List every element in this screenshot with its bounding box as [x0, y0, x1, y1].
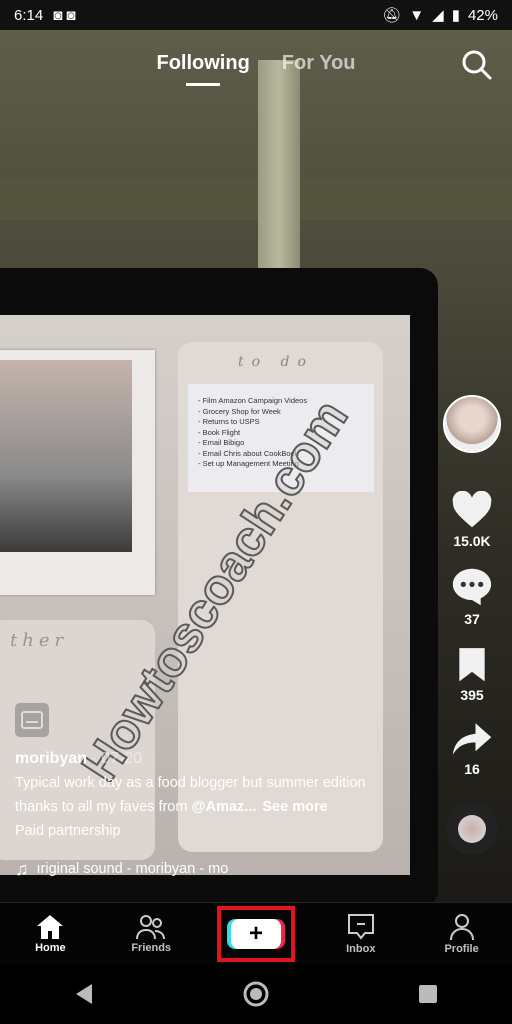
tab-following[interactable]: Following	[156, 52, 250, 86]
comment-count: 37	[464, 611, 480, 627]
todo-item: - Film Amazon Campaign Videos	[198, 396, 308, 405]
like-count: 15.0K	[453, 533, 491, 549]
nav-friends[interactable]: Friends	[116, 914, 186, 954]
status-time: 6:14	[14, 6, 44, 24]
nav-inbox[interactable]: Inbox	[326, 913, 396, 955]
pillar	[258, 60, 300, 300]
bookmark-icon	[459, 648, 485, 682]
todo-title: to do	[238, 354, 314, 370]
feed-tabs: Following For You	[0, 52, 512, 86]
bottom-nav: Home Friends + Inbox Profile	[0, 902, 512, 964]
like-button[interactable]: 15.0K	[451, 491, 493, 549]
wifi-icon: ▼	[409, 6, 425, 24]
tab-for-you[interactable]: For You	[282, 52, 356, 75]
friends-icon	[136, 914, 166, 939]
share-count: 16	[464, 761, 480, 777]
card-text: ther	[10, 630, 69, 651]
search-icon[interactable]	[462, 50, 492, 85]
disc-image	[458, 815, 486, 843]
heart-icon	[452, 491, 492, 528]
home-circle-icon[interactable]	[242, 980, 270, 1008]
status-bar: 6:14 ◙ ◙ 🔕︎ ▼ ◢ ▮ 42%	[0, 0, 512, 30]
username[interactable]: moribyan	[15, 750, 87, 767]
sound-link[interactable]: ♫ ıriginal sound - moribyan - mo	[15, 857, 405, 881]
caption-icon[interactable]	[15, 703, 49, 737]
battery-icon: ▮	[451, 7, 460, 24]
nav-label: Home	[35, 941, 66, 954]
recents-icon[interactable]	[418, 984, 438, 1004]
save-count: 395	[460, 687, 484, 703]
creator-avatar[interactable]	[443, 395, 501, 453]
city-photo	[0, 350, 155, 595]
comment-icon	[452, 568, 492, 606]
see-more-link[interactable]: See more	[262, 799, 327, 815]
create-highlight: +	[216, 905, 295, 962]
photo	[0, 360, 132, 552]
shelf	[0, 180, 512, 220]
sound-disc[interactable]	[446, 803, 498, 855]
music-note-icon: ♫	[15, 859, 29, 879]
save-button[interactable]: 395	[455, 645, 489, 703]
post-date: · 07-20	[87, 750, 143, 767]
profile-icon	[449, 913, 474, 940]
sound-name: ıriginal sound - moribyan - mo	[36, 861, 229, 877]
home-icon	[37, 914, 64, 939]
instagram-icon: ◙ ◙	[53, 6, 76, 24]
back-icon[interactable]	[74, 983, 94, 1005]
comment-button[interactable]: 37	[451, 567, 493, 627]
nav-label: Inbox	[346, 942, 376, 955]
mention-link[interactable]: @Amaz...	[191, 799, 256, 815]
nav-home[interactable]: Home	[15, 914, 85, 954]
mute-icon: 🔕︎	[382, 7, 402, 24]
nav-label: Friends	[131, 941, 172, 954]
share-icon	[452, 723, 492, 755]
inbox-icon	[347, 913, 374, 940]
share-button[interactable]: 16	[451, 721, 493, 777]
system-nav	[0, 964, 512, 1024]
action-rail: 15.0K 37 395 16	[442, 395, 502, 855]
battery-level: 42%	[467, 6, 498, 24]
post-info: moribyan · 07-20 Typical work day as a f…	[15, 703, 405, 881]
caption: Typical work day as a food blogger but s…	[15, 771, 405, 819]
paid-partnership: Paid partnership	[15, 823, 121, 839]
nav-profile[interactable]: Profile	[427, 913, 497, 955]
signal-icon: ◢	[432, 7, 444, 24]
nav-label: Profile	[444, 942, 479, 955]
create-button[interactable]: +	[230, 918, 281, 949]
